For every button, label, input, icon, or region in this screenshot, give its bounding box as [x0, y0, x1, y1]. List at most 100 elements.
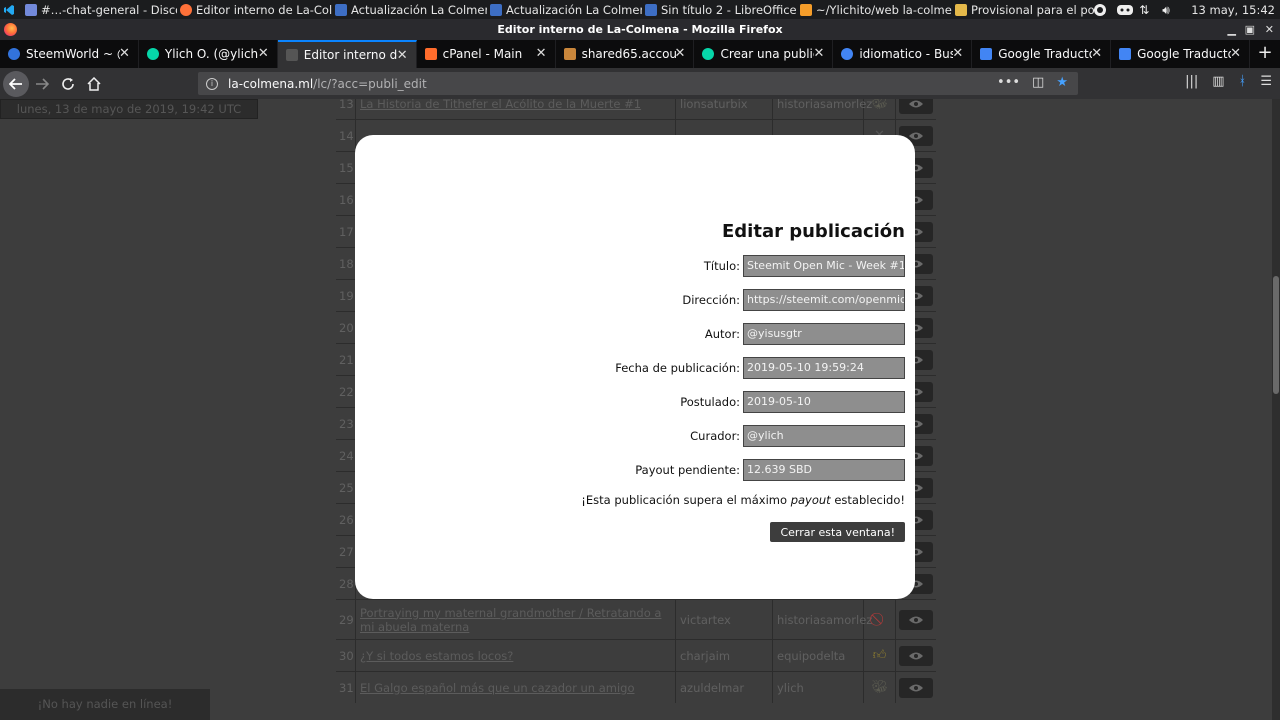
reload-button[interactable] — [55, 71, 81, 97]
new-tab-button[interactable]: + — [1250, 40, 1280, 68]
bookmark-star-icon[interactable]: ★ — [1056, 75, 1068, 90]
tab-title: Google Traductor — [998, 47, 1093, 61]
tab-title: SteemWorld ~ @la — [26, 47, 120, 61]
field-input[interactable]: Steemit Open Mic - Week #136 — [743, 255, 905, 277]
taskbar-task-label: Editor interno de La-Col... — [196, 2, 332, 17]
back-button[interactable] — [3, 70, 29, 97]
minimize-icon[interactable]: ▁ — [1228, 19, 1236, 40]
taskbar-task[interactable]: ~/Ylichito/web la-colmen... — [797, 0, 952, 19]
maximize-icon[interactable]: ▣ — [1245, 19, 1255, 40]
scrollbar-thumb[interactable] — [1273, 276, 1279, 394]
taskbar-task[interactable]: Actualización La Colmena... — [487, 0, 642, 19]
translate-icon — [980, 48, 993, 60]
library-icon[interactable]: ||| — [1185, 74, 1198, 89]
taskbar-task-label: ~/Ylichito/web la-colmen... — [816, 2, 952, 17]
taskbar-task-label: Provisional para el post - ... — [971, 2, 1107, 17]
url-bar[interactable]: i la-colmena.ml/lc/?acc=publi_edit ••• ◫… — [198, 72, 1078, 95]
taskbar-task[interactable]: Actualización La Colmena ... — [332, 0, 487, 19]
row-number: 17 — [336, 216, 356, 247]
row-number: 24 — [336, 440, 356, 471]
browser-tab[interactable]: SteemWorld ~ @la✕ — [0, 40, 139, 68]
browser-tab[interactable]: Google Traductor ✕ — [1111, 40, 1251, 68]
taskbar-task[interactable]: Provisional para el post - ... — [952, 0, 1107, 19]
close-tab-icon[interactable]: ✕ — [258, 46, 269, 61]
payout-warning: ¡Esta publicación supera el máximo payou… — [581, 493, 905, 507]
view-button[interactable] — [899, 609, 933, 630]
close-tab-icon[interactable]: ✕ — [536, 46, 547, 61]
close-tab-icon[interactable]: ✕ — [813, 46, 824, 61]
tab-title: idiomatico - Buscar — [859, 47, 954, 61]
browser-tab[interactable]: Crear una publicac✕ — [694, 40, 834, 68]
row-status: 🐝︎ — [864, 99, 896, 119]
close-window-button[interactable]: Cerrar esta ventana! — [770, 522, 905, 542]
discord-tray-icon[interactable] — [1116, 3, 1134, 17]
row-number: 31 — [336, 672, 356, 703]
taskbar-task[interactable]: #…-chat-general - Discord — [22, 0, 177, 19]
taskbar-task[interactable]: Sin título 2 - LibreOffice ... — [642, 0, 797, 19]
os-taskbar: #…-chat-general - Discord Editor interno … — [0, 0, 1280, 19]
field-label: Autor: — [704, 327, 740, 341]
eye-icon — [909, 652, 923, 659]
row-curator: historiasamorlez — [773, 600, 872, 639]
browser-tab[interactable]: idiomatico - Buscar✕ — [833, 40, 973, 68]
taskbar-task[interactable]: Editor interno de La-Col... — [177, 0, 332, 19]
tab-title: shared65.account — [581, 47, 676, 61]
sidebar-icon[interactable]: ▥ — [1212, 74, 1224, 89]
page-icon — [285, 49, 298, 61]
pocket-icon[interactable]: ◫ — [1032, 75, 1044, 90]
field-input[interactable]: 2019-05-10 19:59:24 — [743, 357, 905, 379]
field-input[interactable]: https://steemit.com/openmic/@yisusgtr — [743, 289, 905, 311]
row-title-link[interactable]: La Historia de Tithefer el Acólito de la… — [356, 99, 676, 119]
volume-icon[interactable]: 🔊︎ — [1162, 3, 1176, 17]
browser-tab[interactable]: cPanel - Main ✕ — [417, 40, 556, 68]
edit-publication-modal: Editar publicación Título: Steemit Open M… — [355, 135, 915, 599]
home-button[interactable] — [81, 71, 107, 97]
browser-tab[interactable]: Google Traductor ✕ — [972, 40, 1112, 68]
taskbar-app-menu[interactable] — [0, 0, 22, 19]
scrollbar[interactable] — [1272, 99, 1280, 720]
field-input[interactable]: @yisusgtr — [743, 323, 905, 345]
extension-icon[interactable]: ᚼ — [1239, 74, 1247, 89]
field-input[interactable]: 12.639 SBD — [743, 459, 905, 481]
close-tab-icon[interactable]: ✕ — [675, 46, 686, 61]
browser-tab[interactable]: Editor interno de La-C✕ — [277, 40, 417, 68]
folder-icon — [955, 3, 967, 16]
steemit-icon — [146, 48, 159, 60]
browser-tab[interactable]: shared65.account✕ — [556, 40, 695, 68]
close-tab-icon[interactable]: ✕ — [952, 46, 963, 61]
network-icon[interactable]: ⇅ — [1139, 3, 1153, 17]
row-number: 19 — [336, 280, 356, 311]
firefox-icon — [180, 3, 192, 16]
home-icon — [87, 76, 101, 91]
row-author: azuldelmar — [676, 672, 773, 703]
field-label: Postulado: — [680, 395, 740, 409]
view-button[interactable] — [899, 99, 933, 114]
menu-icon[interactable]: ☰ — [1260, 74, 1272, 89]
view-button[interactable] — [899, 645, 933, 666]
vscode-icon — [4, 4, 14, 15]
close-tab-icon[interactable]: ✕ — [119, 46, 130, 61]
close-tab-icon[interactable]: ✕ — [397, 48, 408, 63]
close-tab-icon[interactable]: ✕ — [1091, 46, 1102, 61]
view-button[interactable] — [899, 677, 933, 698]
browser-tab[interactable]: Ylich O. (@ylich) —✕ — [139, 40, 278, 68]
row-title-link[interactable]: ¿Y si todos estamos locos? — [356, 640, 676, 671]
row-curator: ylich — [773, 672, 864, 703]
forward-button[interactable] — [29, 71, 55, 97]
row-number: 18 — [336, 248, 356, 279]
close-window-icon[interactable]: ✕ — [1265, 19, 1274, 40]
page-actions-icon[interactable]: ••• — [997, 75, 1020, 90]
field-input[interactable]: 2019-05-10 — [743, 391, 905, 413]
form-row: Dirección:https://steemit.com/openmic/@y… — [682, 289, 905, 311]
form-row: Título: Steemit Open Mic - Week #136 — [704, 255, 905, 277]
clock[interactable]: 13 may, 15:42 — [1191, 3, 1275, 17]
close-tab-icon[interactable]: ✕ — [1230, 46, 1241, 61]
row-number: 26 — [336, 504, 356, 535]
row-title-link[interactable]: El Galgo español más que un cazador un a… — [356, 672, 676, 703]
steem-tray-icon[interactable] — [1093, 3, 1107, 17]
info-icon[interactable]: i — [206, 77, 218, 90]
row-title-link[interactable]: Portraying my maternal grandmother / Ret… — [356, 600, 676, 639]
field-input[interactable]: @ylich — [743, 425, 905, 447]
tab-strip: SteemWorld ~ @la✕Ylich O. (@ylich) —✕Edi… — [0, 40, 1280, 68]
url-host: la-colmena.ml — [228, 76, 314, 91]
